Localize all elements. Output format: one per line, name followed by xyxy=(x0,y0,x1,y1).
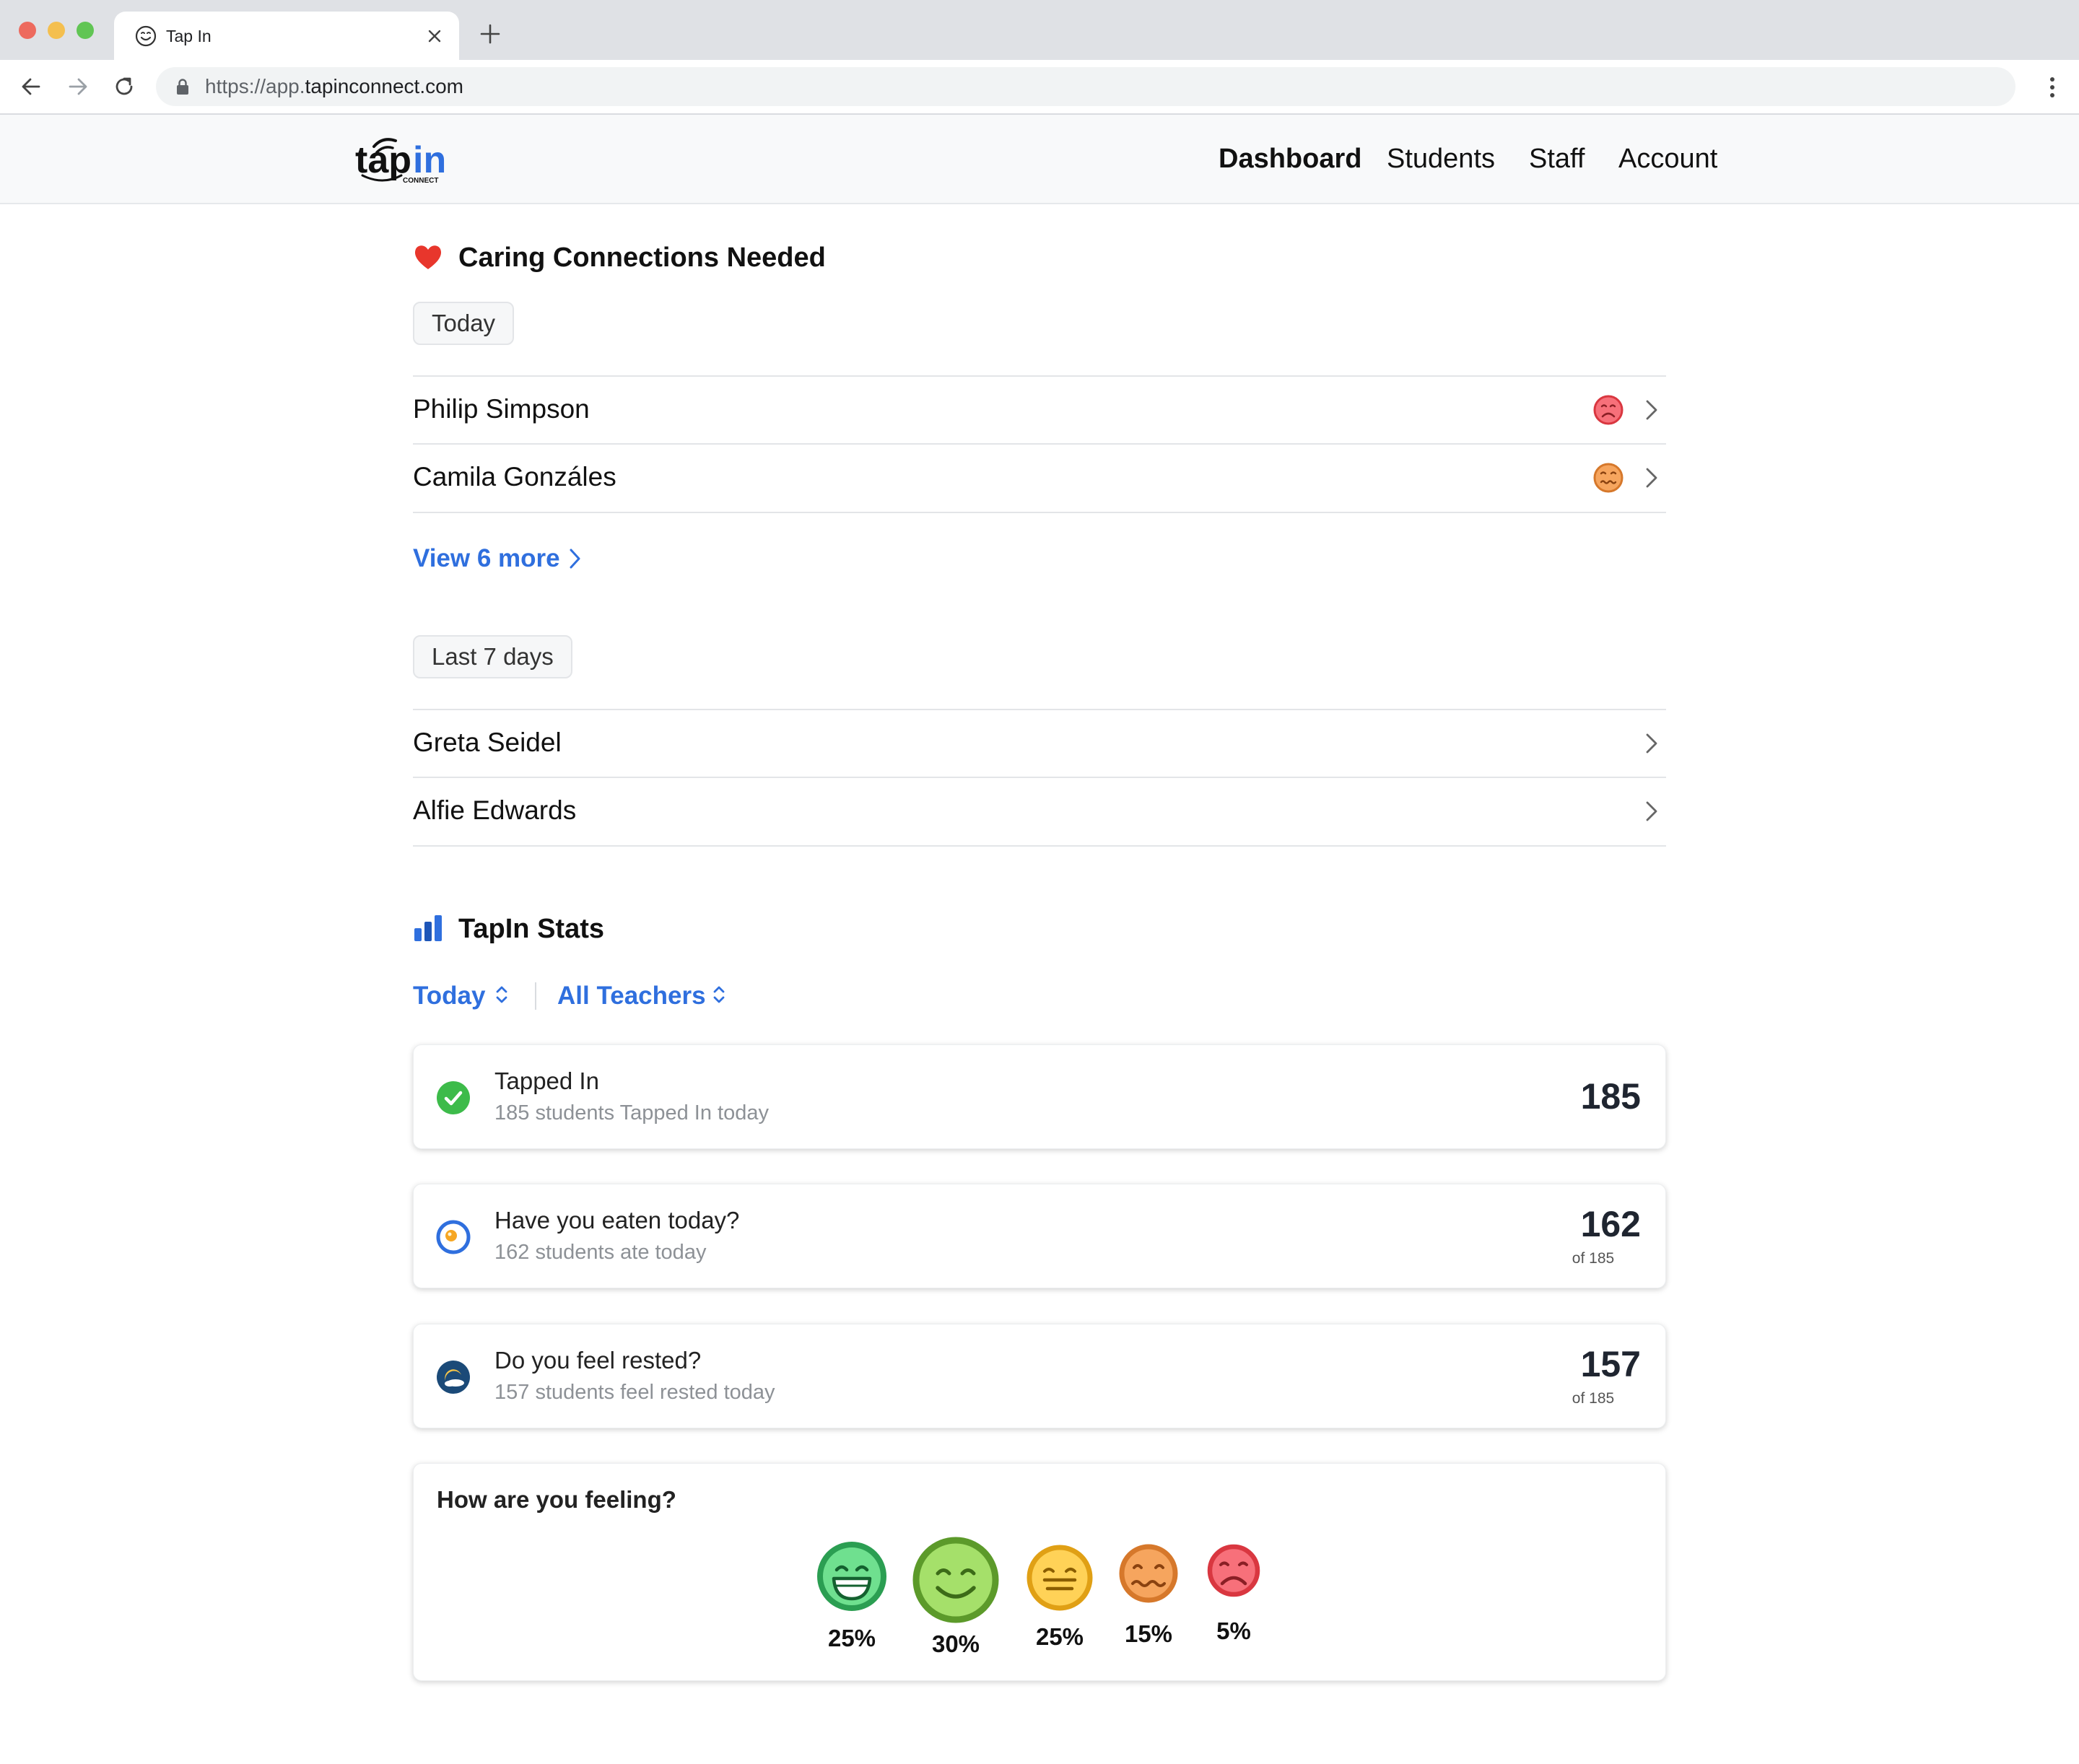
last-7-days-chip: Last 7 days xyxy=(413,635,572,678)
nav-students[interactable]: Students xyxy=(1387,142,1495,175)
chevron-right-icon xyxy=(1646,400,1657,420)
card-of-total: of 185 xyxy=(1572,1250,1615,1267)
close-icon[interactable] xyxy=(422,23,448,49)
browser-tab[interactable]: Tap In xyxy=(114,12,459,60)
card-of-total: of 185 xyxy=(1572,1390,1615,1407)
forward-arrow-icon[interactable] xyxy=(64,73,92,100)
student-name: Camila Gonzáles xyxy=(413,462,616,492)
back-arrow-icon[interactable] xyxy=(17,73,45,100)
card-subtitle: 185 students Tapped In today xyxy=(494,1101,769,1125)
moon-icon xyxy=(437,1361,470,1394)
sad-face-icon xyxy=(1207,1544,1260,1597)
card-title: Do you feel rested? xyxy=(494,1347,702,1374)
tab-title: Tap In xyxy=(166,27,212,45)
today-chip: Today xyxy=(413,302,515,345)
more-options-icon[interactable] xyxy=(2041,73,2063,102)
neutral-percent: 25% xyxy=(1035,1623,1084,1650)
address-bar[interactable]: https://app.tapinconnect.com xyxy=(156,67,2015,106)
happy-percent: 30% xyxy=(931,1630,980,1657)
student-name: Alfie Edwards xyxy=(413,795,577,825)
tapin-logo[interactable]: tap in CONNECT xyxy=(354,131,455,188)
chevron-right-icon[interactable] xyxy=(567,546,583,571)
svg-text:in: in xyxy=(413,139,446,181)
lock-icon xyxy=(177,79,188,95)
very-happy-face-icon xyxy=(817,1542,886,1611)
neutral-face-icon xyxy=(1027,1545,1093,1611)
worried-face-icon xyxy=(1593,463,1623,493)
sad-percent: 5% xyxy=(1216,1617,1251,1644)
tapin-favicon-icon xyxy=(135,25,157,47)
feeling-title: How are you feeling? xyxy=(437,1486,676,1513)
filter-divider xyxy=(535,982,536,1010)
new-tab-icon[interactable] xyxy=(478,22,502,46)
card-title: Have you eaten today? xyxy=(494,1207,740,1234)
app-header: tap in CONNECT Dashboard Students Staff … xyxy=(0,115,2079,204)
bar-chart-icon xyxy=(414,915,442,941)
check-icon xyxy=(437,1081,470,1114)
rested-card[interactable]: Do you feel rested? 157 students feel re… xyxy=(413,1324,1666,1428)
caring-connections-title: Caring Connections Needed xyxy=(458,243,826,273)
card-subtitle: 162 students ate today xyxy=(494,1241,707,1264)
student-name: Philip Simpson xyxy=(413,394,590,424)
browser-tabstrip: Tap In xyxy=(0,0,2079,60)
sort-chevrons-icon[interactable] xyxy=(711,982,727,1007)
nav-dashboard[interactable]: Dashboard xyxy=(1219,142,1361,175)
chevron-right-icon xyxy=(1646,801,1657,821)
reload-icon[interactable] xyxy=(110,73,138,100)
window-minimize-button[interactable] xyxy=(48,22,65,39)
student-name: Greta Seidel xyxy=(413,728,562,757)
student-row-greta[interactable]: Greta Seidel xyxy=(413,709,1666,777)
egg-icon xyxy=(436,1220,471,1254)
view-more-link[interactable]: View 6 more xyxy=(413,543,560,575)
window-zoom-button[interactable] xyxy=(77,22,94,39)
svg-text:CONNECT: CONNECT xyxy=(403,177,438,185)
eaten-card[interactable]: Have you eaten today? 162 students ate t… xyxy=(413,1184,1666,1288)
tapped-in-card[interactable]: Tapped In 185 students Tapped In today 1… xyxy=(413,1044,1666,1149)
window-close-button[interactable] xyxy=(19,22,36,39)
happy-face-icon xyxy=(912,1537,999,1623)
worried-percent: 15% xyxy=(1124,1620,1173,1647)
sad-face-icon xyxy=(1593,395,1623,425)
teacher-filter[interactable]: All Teachers xyxy=(557,980,706,1012)
heart-icon xyxy=(414,245,442,269)
url-text: https://app.tapinconnect.com xyxy=(205,75,464,97)
card-value: 157 xyxy=(1580,1344,1641,1384)
nav-staff[interactable]: Staff xyxy=(1529,142,1585,175)
feeling-card: How are you feeling? 25% 30% 25% 15% 5% xyxy=(413,1463,1666,1681)
worried-face-icon xyxy=(1119,1544,1178,1603)
student-row-camila[interactable]: Camila Gonzáles xyxy=(413,443,1666,513)
chevron-right-icon xyxy=(1646,468,1657,488)
card-subtitle: 157 students feel rested today xyxy=(494,1381,775,1404)
sort-chevrons-icon[interactable] xyxy=(494,982,510,1007)
chevron-right-icon xyxy=(1646,733,1657,754)
browser-toolbar: https://app.tapinconnect.com xyxy=(0,60,2079,115)
student-row-alfie[interactable]: Alfie Edwards xyxy=(413,777,1666,847)
card-value: 162 xyxy=(1580,1204,1641,1244)
student-row-philip[interactable]: Philip Simpson xyxy=(413,375,1666,444)
period-filter[interactable]: Today xyxy=(413,980,485,1012)
very-happy-percent: 25% xyxy=(827,1625,876,1651)
card-title: Tapped In xyxy=(494,1067,599,1094)
nav-account[interactable]: Account xyxy=(1618,142,1717,175)
stats-title: TapIn Stats xyxy=(458,914,604,944)
card-value: 185 xyxy=(1580,1076,1641,1117)
